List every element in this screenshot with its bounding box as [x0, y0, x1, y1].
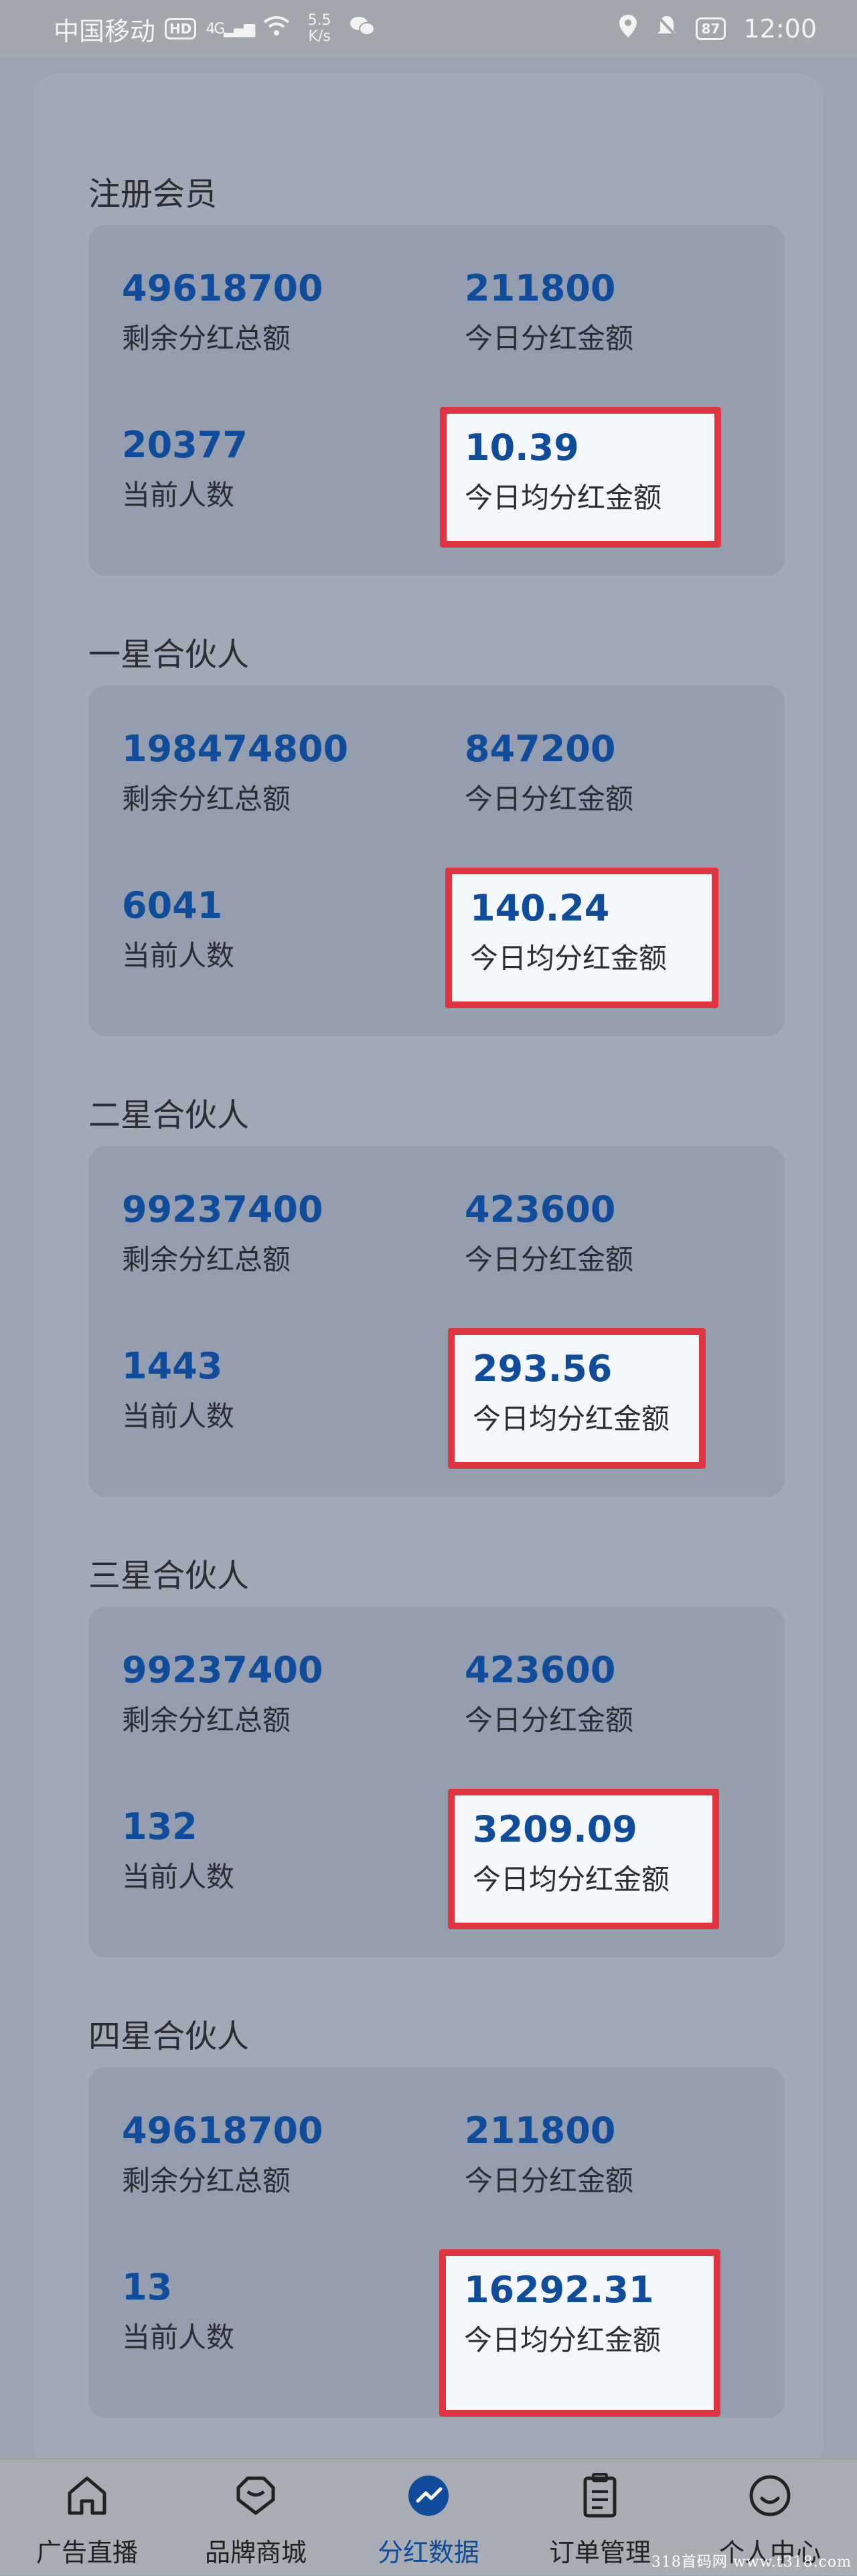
stat-label: 今日分红金额	[465, 1704, 634, 1737]
avg-today-highlight: 293.56 今日均分红金额	[448, 1328, 706, 1469]
stat-value: 423600	[465, 1188, 616, 1230]
wifi-icon	[263, 15, 290, 42]
avg-today-highlight: 140.24 今日均分红金额	[445, 868, 718, 1008]
stat-value: 49618700	[122, 2109, 323, 2152]
status-bar: 中国移动 HD 4G▂▄▆ 5.5 K/s 87 12:00	[0, 0, 857, 58]
content-panel: 注册会员 49618700 剩余分红总额 211800 今日分红金额 20377…	[0, 58, 857, 2468]
stat-label: 今日均分红金额	[465, 481, 662, 514]
stat-label: 当前人数	[122, 939, 235, 972]
stat-label: 当前人数	[122, 1860, 235, 1893]
clock-time: 12:00	[743, 14, 817, 44]
stat-label: 剩余分红总额	[122, 322, 291, 355]
stat-label: 剩余分红总额	[122, 1704, 291, 1737]
stat-value: 293.56	[473, 1348, 613, 1390]
tab-label: 广告直播	[35, 2538, 138, 2567]
current-count-stat: 1443 当前人数	[122, 1344, 234, 1434]
mute-bell-icon	[655, 13, 678, 45]
stat-value: 847200	[465, 728, 616, 770]
stat-label: 今日分红金额	[465, 322, 634, 355]
stat-value: 211800	[465, 267, 616, 309]
section-title: 注册会员	[88, 175, 218, 213]
stats-card: 49618700 剩余分红总额 211800 今日分红金额 20377 当前人数…	[88, 225, 785, 576]
network-speed: 5.5 K/s	[307, 12, 331, 45]
stat-value: 49618700	[122, 267, 323, 309]
content-sheet: 注册会员 49618700 剩余分红总额 211800 今日分红金额 20377…	[33, 74, 824, 2468]
section-title: 三星合伙人	[88, 1557, 250, 1595]
signal-icon: 4G▂▄▆	[206, 20, 255, 37]
section-title: 一星合伙人	[88, 636, 250, 673]
clipboard-icon	[573, 2469, 627, 2525]
tab-label: 品牌商城	[204, 2538, 307, 2567]
stat-value: 198474800	[122, 728, 349, 770]
stat-label: 今日均分红金额	[464, 2324, 661, 2356]
stats-card: 49618700 剩余分红总额 211800 今日分红金额 13 当前人数 16…	[88, 2067, 785, 2418]
tab-label: 分红数据	[377, 2538, 479, 2567]
bottom-tab-bar: 广告直播 品牌商城 分红数据 订单管理 个人中心 318首码网 www.t318…	[0, 2458, 857, 2575]
stats-card: 198474800 剩余分红总额 847200 今日分红金额 6041 当前人数…	[88, 686, 785, 1036]
stat-label: 剩余分红总额	[122, 1243, 291, 1276]
battery-icon: 87	[695, 17, 726, 40]
site-watermark: 318首码网 www.t318.com	[651, 2554, 852, 2571]
tab-ad-live[interactable]: 广告直播	[13, 2469, 161, 2576]
current-count-stat: 6041 当前人数	[122, 884, 234, 973]
current-count-stat: 132 当前人数	[122, 1805, 234, 1895]
trend-icon	[402, 2469, 455, 2525]
total-remaining-stat: 99237400 剩余分红总额	[122, 1188, 323, 1277]
stat-label: 今日分红金额	[465, 2164, 634, 2197]
stat-value: 99237400	[122, 1188, 323, 1230]
avg-today-highlight: 16292.31 今日均分红金额	[439, 2249, 720, 2417]
home-icon	[60, 2469, 114, 2525]
stat-value: 132	[122, 1805, 198, 1848]
stat-value: 99237400	[122, 1649, 323, 1691]
tab-brand-mall[interactable]: 品牌商城	[182, 2469, 329, 2576]
total-remaining-stat: 99237400 剩余分红总额	[122, 1648, 323, 1738]
today-amount-stat: 211800 今日分红金额	[465, 266, 633, 356]
stat-value: 6041	[122, 884, 223, 927]
stats-card: 99237400 剩余分红总额 423600 今日分红金额 132 当前人数 3…	[88, 1607, 785, 1957]
section-title: 四星合伙人	[88, 2018, 250, 2055]
wechat-icon	[349, 14, 376, 44]
stat-value: 3209.09	[473, 1808, 637, 1850]
stat-label: 当前人数	[122, 479, 235, 511]
stats-card: 99237400 剩余分红总额 423600 今日分红金额 1443 当前人数 …	[88, 1146, 785, 1497]
avg-today-highlight: 3209.09 今日均分红金额	[448, 1789, 719, 1929]
stat-value: 1443	[122, 1345, 223, 1387]
stat-value: 423600	[465, 1649, 616, 1691]
current-count-stat: 20377 当前人数	[122, 423, 248, 513]
stat-value: 10.39	[465, 426, 579, 469]
today-amount-stat: 847200 今日分红金额	[465, 727, 633, 817]
stat-label: 当前人数	[122, 2321, 235, 2354]
stat-label: 剩余分红总额	[122, 2164, 291, 2197]
stat-label: 今日分红金额	[465, 783, 634, 815]
total-remaining-stat: 49618700 剩余分红总额	[122, 2109, 323, 2198]
location-icon	[618, 13, 638, 45]
avg-today-highlight: 10.39 今日均分红金额	[440, 407, 721, 548]
hd-badge: HD	[165, 18, 197, 39]
stat-label: 剩余分红总额	[122, 783, 291, 815]
tag-icon	[229, 2469, 283, 2525]
stat-label: 当前人数	[122, 1400, 235, 1433]
current-count-stat: 13 当前人数	[122, 2265, 234, 2355]
stat-value: 140.24	[470, 887, 610, 929]
stat-value: 20377	[122, 424, 248, 466]
today-amount-stat: 423600 今日分红金额	[465, 1188, 633, 1277]
tab-dividend-data[interactable]: 分红数据	[355, 2469, 502, 2576]
section-title: 二星合伙人	[88, 1097, 250, 1134]
stat-value: 13	[122, 2266, 173, 2308]
smiley-icon	[743, 2469, 797, 2525]
stat-label: 今日均分红金额	[473, 1863, 670, 1896]
today-amount-stat: 423600 今日分红金额	[465, 1648, 633, 1738]
stat-label: 今日均分红金额	[473, 1402, 670, 1435]
stat-label: 今日分红金额	[465, 1243, 634, 1276]
carrier-name: 中国移动	[54, 16, 156, 46]
stat-label: 今日均分红金额	[470, 942, 668, 975]
today-amount-stat: 211800 今日分红金额	[465, 2109, 633, 2198]
stat-value: 211800	[465, 2109, 616, 2152]
stat-value: 16292.31	[464, 2269, 654, 2311]
tab-label: 订单管理	[548, 2538, 651, 2567]
total-remaining-stat: 49618700 剩余分红总额	[122, 266, 323, 356]
total-remaining-stat: 198474800 剩余分红总额	[122, 727, 348, 817]
